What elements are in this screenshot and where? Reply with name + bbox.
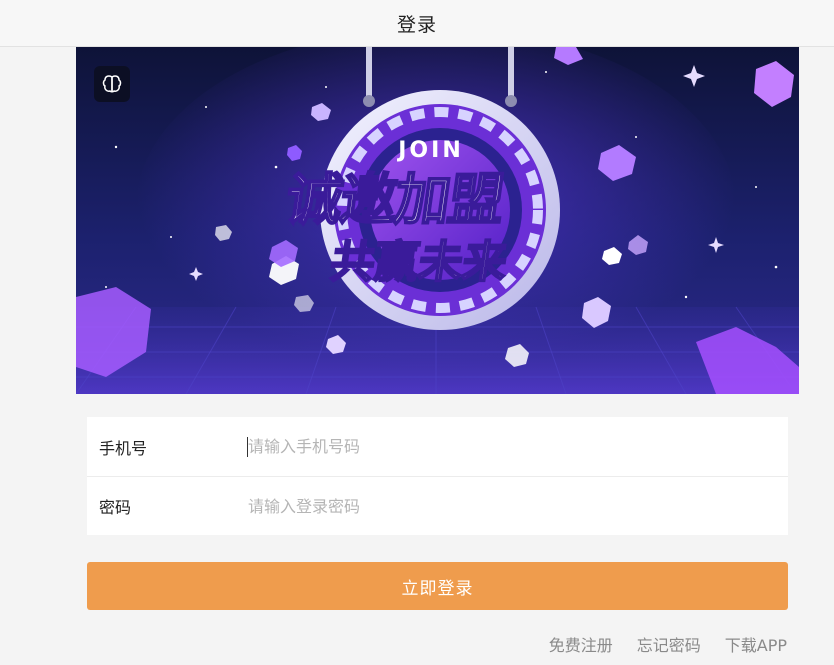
phone-label: 手机号 [99, 438, 148, 458]
login-page: 登录 JOIN 诚邀加盟 共赢未来 手机号 请输入手机号码 密码 立即登录 免费… [0, 0, 834, 665]
promo-banner[interactable]: JOIN 诚邀加盟 共赢未来 [76, 47, 799, 394]
banner-badge: JOIN [396, 138, 464, 163]
register-link[interactable]: 免费注册 [549, 632, 613, 656]
top-bar: 登录 [0, 0, 834, 47]
download-app-link[interactable]: 下载APP [725, 632, 787, 656]
auxiliary-links: 免费注册 忘记密码 下载APP [549, 632, 787, 656]
password-label: 密码 [99, 498, 132, 517]
password-input[interactable] [235, 488, 788, 524]
login-form: 手机号 密码 [87, 417, 788, 535]
phone-row: 手机号 [87, 417, 788, 476]
page-title: 登录 [396, 13, 437, 36]
brain-logo-icon [94, 66, 130, 102]
banner-headline-1: 诚邀加盟 [282, 168, 508, 233]
text-caret [247, 437, 248, 457]
login-button[interactable]: 立即登录 [87, 562, 788, 610]
forgot-password-link[interactable]: 忘记密码 [637, 632, 701, 656]
banner-headline-2: 共赢未来 [327, 237, 511, 288]
password-row: 密码 [87, 476, 788, 535]
promo-banner-image: JOIN 诚邀加盟 共赢未来 [76, 47, 799, 394]
phone-input[interactable] [235, 428, 788, 465]
